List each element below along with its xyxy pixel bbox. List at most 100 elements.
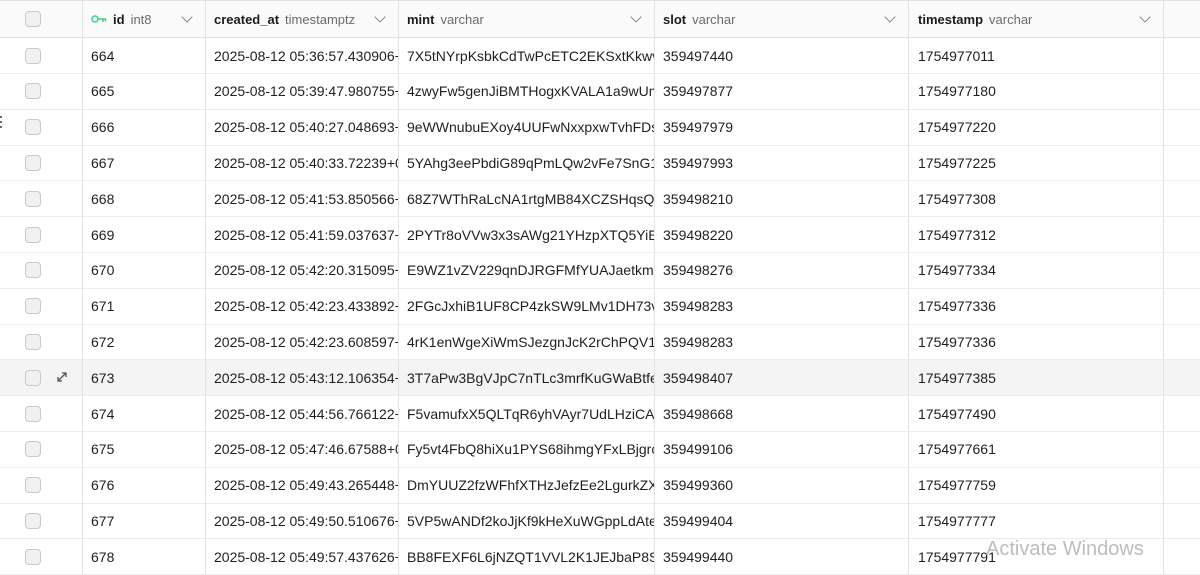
timestamp-cell[interactable]: 1754977180 xyxy=(909,73,1164,109)
id-cell[interactable]: 677 xyxy=(83,503,206,539)
created-at-cell[interactable]: 2025-08-12 05:42:23.433892+0 xyxy=(206,288,399,324)
row-checkbox[interactable] xyxy=(25,405,41,422)
mint-cell[interactable]: DmYUUZ2fzWFhfXTHzJefzEe2LgurkZXG xyxy=(399,467,655,503)
slot-cell[interactable]: 359499360 xyxy=(655,467,909,503)
table-row[interactable]: 668 2025-08-12 05:41:53.850566+0 68Z7WThRa… xyxy=(0,181,1200,218)
chevron-down-icon[interactable] xyxy=(884,11,896,23)
table-row[interactable]: 666 2025-08-12 05:40:27.048693+0 9eWWnubuE… xyxy=(0,109,1200,146)
mint-cell[interactable]: Fy5vt4FbQ8hiXu1PYS68ihmgYFxLBjgrcw xyxy=(399,431,655,467)
mint-cell[interactable]: E9WZ1vZV229qnDJRGFMfYUAJaetkmzV xyxy=(399,252,655,288)
timestamp-cell[interactable]: 1754977334 xyxy=(909,252,1164,288)
column-header-mint[interactable]: mint varchar xyxy=(399,1,655,37)
slot-cell[interactable]: 359498220 xyxy=(655,217,909,252)
table-row[interactable]: 674 2025-08-12 05:44:56.766122+0 F5vamufxX… xyxy=(0,396,1200,432)
chevron-down-icon[interactable] xyxy=(1139,11,1151,23)
created-at-cell[interactable]: 2025-08-12 05:39:47.980755+0 xyxy=(206,73,399,109)
row-checkbox[interactable] xyxy=(25,190,41,207)
slot-cell[interactable]: 359498407 xyxy=(655,360,909,396)
mint-cell[interactable]: 7X5tNYrpKsbkCdTwPcETC2EKSxtKkwvo xyxy=(399,38,655,73)
timestamp-cell[interactable]: 1754977011 xyxy=(909,38,1164,73)
timestamp-cell[interactable]: 1754977336 xyxy=(909,288,1164,324)
id-cell[interactable]: 675 xyxy=(83,431,206,467)
column-header-id[interactable]: id int8 xyxy=(83,1,206,37)
mint-cell[interactable]: BB8FEXF6L6jNZQT1VVL2K1JEJbaP8SW xyxy=(399,539,655,575)
table-row[interactable]: 667 2025-08-12 05:40:33.72239+00 5YAhg3eeP… xyxy=(0,145,1200,182)
column-header-timestamp[interactable]: timestamp varchar xyxy=(909,1,1164,37)
id-cell[interactable]: 674 xyxy=(83,396,206,431)
mint-cell[interactable]: 5VP5wANDf2koJjKf9kHeXuWGppLdAteyc xyxy=(399,503,655,539)
created-at-cell[interactable]: 2025-08-12 05:49:57.437626+0 xyxy=(206,539,399,575)
created-at-cell[interactable]: 2025-08-12 05:49:50.510676+0 xyxy=(206,503,399,539)
row-checkbox[interactable] xyxy=(25,154,41,171)
id-cell[interactable]: 665 xyxy=(83,73,206,109)
row-checkbox[interactable] xyxy=(25,441,41,458)
table-row[interactable]: 664 2025-08-12 05:36:57.430906+0 7X5tNYrpK… xyxy=(0,38,1200,74)
created-at-cell[interactable]: 2025-08-12 05:40:27.048693+0 xyxy=(206,109,399,145)
id-cell[interactable]: 672 xyxy=(83,324,206,360)
chevron-down-icon[interactable] xyxy=(181,11,193,23)
mint-cell[interactable]: 9eWWnubuEXoy4UUFwNxxpxwTvhFDsC xyxy=(399,109,655,145)
created-at-cell[interactable]: 2025-08-12 05:36:57.430906+0 xyxy=(206,38,399,73)
timestamp-cell[interactable]: 1754977336 xyxy=(909,324,1164,360)
mint-cell[interactable]: 2FGcJxhiB1UF8CP4zkSW9LMv1DH73va xyxy=(399,288,655,324)
table-row[interactable]: 669 2025-08-12 05:41:59.037637+0 2PYTr8oVV… xyxy=(0,217,1200,253)
timestamp-cell[interactable]: 1754977490 xyxy=(909,396,1164,431)
expand-icon[interactable] xyxy=(55,370,69,387)
table-row[interactable]: 677 2025-08-12 05:49:50.510676+0 5VP5wANDf… xyxy=(0,503,1200,540)
chevron-down-icon[interactable] xyxy=(374,11,386,23)
slot-cell[interactable]: 359498283 xyxy=(655,324,909,360)
row-checkbox[interactable] xyxy=(25,119,41,136)
mint-cell[interactable]: 3T7aPw3BgVJpC7nTLc3mrfKuGWaBtfeN xyxy=(399,360,655,396)
timestamp-cell[interactable]: 1754977312 xyxy=(909,217,1164,252)
timestamp-cell[interactable]: 1754977777 xyxy=(909,503,1164,539)
chevron-down-icon[interactable] xyxy=(630,11,642,23)
table-row[interactable]: 665 2025-08-12 05:39:47.980755+0 4zwyFw5ge… xyxy=(0,73,1200,110)
mint-cell[interactable]: 68Z7WThRaLcNA1rtgMB84XCZSHqsQzp xyxy=(399,181,655,217)
slot-cell[interactable]: 359497440 xyxy=(655,38,909,73)
slot-cell[interactable]: 359498283 xyxy=(655,288,909,324)
select-all-checkbox[interactable] xyxy=(25,11,41,27)
created-at-cell[interactable]: 2025-08-12 05:40:33.72239+00 xyxy=(206,145,399,181)
row-checkbox[interactable] xyxy=(25,512,41,529)
created-at-cell[interactable]: 2025-08-12 05:49:43.265448+0 xyxy=(206,467,399,503)
resize-handle-icon[interactable] xyxy=(0,116,3,130)
id-cell[interactable]: 678 xyxy=(83,539,206,575)
id-cell[interactable]: 671 xyxy=(83,288,206,324)
slot-cell[interactable]: 359499404 xyxy=(655,503,909,539)
table-row[interactable]: 673 2025-08-12 05:43:12.106354+0 3T7aPw3Bg… xyxy=(0,360,1200,397)
mint-cell[interactable]: 5YAhg3eePbdiG89qPmLQw2vFe7SnG1T xyxy=(399,145,655,181)
timestamp-cell[interactable]: 1754977661 xyxy=(909,431,1164,467)
created-at-cell[interactable]: 2025-08-12 05:43:12.106354+0 xyxy=(206,360,399,396)
created-at-cell[interactable]: 2025-08-12 05:41:53.850566+0 xyxy=(206,181,399,217)
id-cell[interactable]: 673 xyxy=(83,360,206,396)
id-cell[interactable]: 670 xyxy=(83,252,206,288)
created-at-cell[interactable]: 2025-08-12 05:41:59.037637+0 xyxy=(206,217,399,252)
created-at-cell[interactable]: 2025-08-12 05:44:56.766122+0 xyxy=(206,396,399,431)
mint-cell[interactable]: 4rK1enWgeXiWmSJezgnJcK2rChPQV1A xyxy=(399,324,655,360)
slot-cell[interactable]: 359498276 xyxy=(655,252,909,288)
slot-cell[interactable]: 359499106 xyxy=(655,431,909,467)
row-checkbox[interactable] xyxy=(25,226,41,243)
mint-cell[interactable]: F5vamufxX5QLTqR6yhVAyr7UdLHziCAr7 xyxy=(399,396,655,431)
id-cell[interactable]: 666 xyxy=(83,109,206,145)
table-row[interactable]: 675 2025-08-12 05:47:46.67588+00 Fy5vt4FbQ… xyxy=(0,431,1200,468)
table-row[interactable]: 670 2025-08-12 05:42:20.315095+0 E9WZ1vZV2… xyxy=(0,252,1200,289)
created-at-cell[interactable]: 2025-08-12 05:42:23.608597+0 xyxy=(206,324,399,360)
timestamp-cell[interactable]: 1754977308 xyxy=(909,181,1164,217)
id-cell[interactable]: 669 xyxy=(83,217,206,252)
row-checkbox[interactable] xyxy=(25,83,41,100)
row-checkbox[interactable] xyxy=(25,548,41,565)
created-at-cell[interactable]: 2025-08-12 05:42:20.315095+0 xyxy=(206,252,399,288)
id-cell[interactable]: 668 xyxy=(83,181,206,217)
mint-cell[interactable]: 4zwyFw5genJiBMTHogxKVALA1a9wUmy xyxy=(399,73,655,109)
row-checkbox[interactable] xyxy=(25,333,41,350)
id-cell[interactable]: 667 xyxy=(83,145,206,181)
slot-cell[interactable]: 359498210 xyxy=(655,181,909,217)
timestamp-cell[interactable]: 1754977225 xyxy=(909,145,1164,181)
slot-cell[interactable]: 359499440 xyxy=(655,539,909,575)
timestamp-cell[interactable]: 1754977220 xyxy=(909,109,1164,145)
row-checkbox[interactable] xyxy=(25,298,41,315)
row-checkbox[interactable] xyxy=(25,47,41,64)
id-cell[interactable]: 676 xyxy=(83,467,206,503)
slot-cell[interactable]: 359497877 xyxy=(655,73,909,109)
